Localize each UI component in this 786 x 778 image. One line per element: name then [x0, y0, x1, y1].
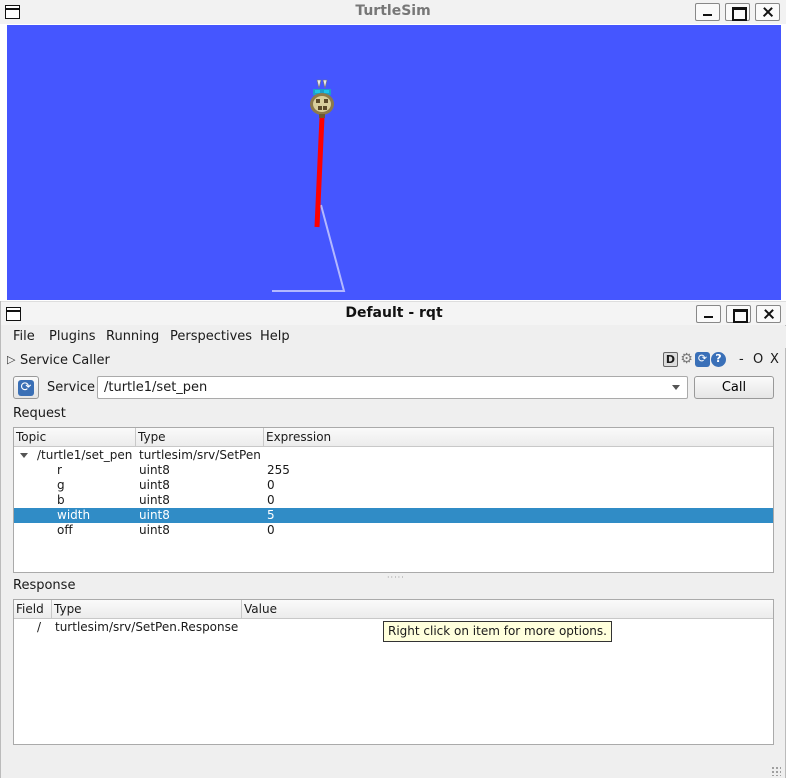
- row-type: uint8: [139, 508, 170, 522]
- call-button[interactable]: Call: [694, 376, 774, 399]
- turtle-icon: [310, 79, 334, 118]
- splitter-handle[interactable]: ·····: [387, 573, 405, 582]
- refresh-services-button[interactable]: ⟳: [13, 376, 39, 399]
- plugin-minimize-button[interactable]: -: [739, 352, 744, 367]
- service-row: ⟳ Service /turtle1/set_pen Call: [1, 376, 786, 400]
- reload-icon[interactable]: ⟳: [695, 352, 710, 367]
- request-label: Request: [13, 406, 66, 421]
- tooltip: Right click on item for more options.: [383, 621, 612, 642]
- row-field: /: [37, 620, 42, 634]
- row-type: turtlesim/srv/SetPen: [139, 448, 261, 462]
- response-label: Response: [13, 578, 76, 593]
- row-type: uint8: [139, 493, 170, 507]
- refresh-icon: ⟳: [18, 380, 34, 396]
- tree-row[interactable]: g uint8 0: [14, 478, 773, 493]
- chevron-down-icon: [672, 385, 680, 390]
- tree-row-selected[interactable]: width uint8 5: [14, 508, 773, 523]
- plugin-title: Service Caller: [20, 353, 110, 368]
- tree-row[interactable]: b uint8 0: [14, 493, 773, 508]
- response-tree-header: Field Type Value: [14, 600, 773, 619]
- expand-arrow-icon[interactable]: [20, 453, 28, 458]
- tree-row[interactable]: off uint8 0: [14, 523, 773, 538]
- row-topic: b: [57, 493, 65, 507]
- resize-grip[interactable]: [771, 766, 781, 776]
- turtlesim-canvas: [7, 25, 781, 300]
- menu-help[interactable]: Help: [260, 329, 290, 344]
- row-expression[interactable]: 0: [267, 493, 275, 508]
- row-expression[interactable]: 0: [267, 523, 275, 538]
- turtlesim-window-title: TurtleSim: [355, 3, 431, 19]
- maximize-button[interactable]: [725, 3, 750, 21]
- collapse-arrow-icon[interactable]: ▷: [7, 353, 15, 366]
- gear-icon[interactable]: ⚙: [679, 352, 694, 367]
- previous-pen-trail: [272, 204, 346, 292]
- plugin-close-button[interactable]: X: [770, 352, 779, 367]
- menu-perspectives[interactable]: Perspectives: [170, 329, 252, 344]
- menu-running[interactable]: Running: [106, 329, 159, 344]
- tree-row[interactable]: r uint8 255: [14, 463, 773, 478]
- column-header-expression[interactable]: Expression: [264, 428, 773, 447]
- minimize-button[interactable]: [696, 305, 721, 323]
- row-topic: off: [57, 523, 73, 537]
- turtlesim-titlebar: TurtleSim: [0, 0, 786, 24]
- column-header-type[interactable]: Type: [136, 428, 264, 447]
- menu-bar: File Plugins Running Perspectives Help: [1, 326, 786, 348]
- help-icon[interactable]: ?: [711, 352, 726, 367]
- dock-d-button[interactable]: D: [663, 352, 678, 367]
- service-select[interactable]: /turtle1/set_pen: [97, 376, 688, 399]
- service-label: Service: [47, 380, 96, 395]
- minimize-button[interactable]: [695, 3, 720, 21]
- tree-row-root[interactable]: /turtle1/set_pen turtlesim/srv/SetPen: [14, 448, 773, 463]
- row-topic: /turtle1/set_pen: [37, 448, 133, 462]
- column-header-topic[interactable]: Topic: [14, 428, 136, 447]
- menu-plugins[interactable]: Plugins: [49, 329, 96, 344]
- column-header-value[interactable]: Value: [242, 600, 773, 619]
- rqt-titlebar: Default - rqt: [1, 301, 786, 325]
- request-tree[interactable]: Topic Type Expression /turtle1/set_pen t…: [13, 427, 774, 573]
- plugin-header: ▷ Service Caller D ⚙ ⟳ ? - O X: [1, 351, 786, 371]
- row-expression[interactable]: 0: [267, 478, 275, 493]
- row-expression[interactable]: 5: [267, 508, 275, 523]
- plugin-float-button[interactable]: O: [753, 352, 763, 367]
- close-button[interactable]: [756, 305, 781, 323]
- service-select-value: /turtle1/set_pen: [104, 380, 208, 395]
- row-type: uint8: [139, 523, 170, 537]
- row-type: uint8: [139, 463, 170, 477]
- row-topic: width: [57, 508, 91, 522]
- turtle-drawing: [272, 79, 346, 292]
- rqt-window-title: Default - rqt: [345, 305, 443, 321]
- current-pen-trail: [314, 116, 325, 228]
- row-expression[interactable]: 255: [267, 463, 290, 478]
- row-type: turtlesim/srv/SetPen.Response: [55, 620, 239, 634]
- row-type: uint8: [139, 478, 170, 492]
- maximize-button[interactable]: [726, 305, 751, 323]
- column-header-field[interactable]: Field: [14, 600, 52, 619]
- menu-file[interactable]: File: [13, 329, 35, 344]
- rqt-window: Default - rqt File Plugins Running Persp…: [0, 301, 786, 778]
- row-topic: g: [57, 478, 65, 492]
- request-tree-header: Topic Type Expression: [14, 428, 773, 447]
- row-topic: r: [57, 463, 62, 477]
- column-header-type[interactable]: Type: [52, 600, 242, 619]
- close-button[interactable]: [755, 3, 780, 21]
